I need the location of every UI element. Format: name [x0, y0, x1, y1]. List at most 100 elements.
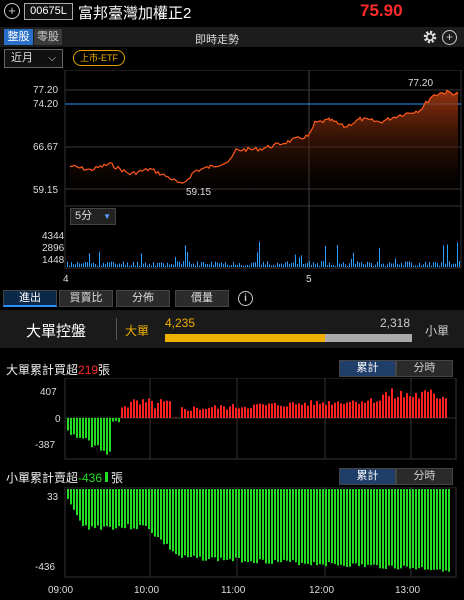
big-order-bar — [373, 402, 375, 418]
small-order-bar — [349, 489, 351, 567]
small-order-bar — [409, 489, 411, 569]
big-order-bar — [91, 418, 93, 448]
small-order-bar — [391, 489, 393, 566]
analysis-tabs: 進出 買賣比 分佈 價量 — [0, 290, 464, 308]
small-order-bar — [247, 489, 249, 563]
volume-bar — [387, 264, 388, 267]
tab-buy-sell-ratio[interactable]: 買賣比 — [59, 290, 113, 307]
big-order-bar — [151, 400, 153, 418]
big-order-bar — [88, 418, 90, 441]
small-order-bar — [418, 489, 420, 569]
small-order-bar — [97, 489, 99, 526]
tab-whole-lot[interactable]: 整股 — [4, 29, 33, 45]
small-order-bar — [370, 489, 372, 566]
volume-bar — [435, 261, 436, 267]
stock-code-input[interactable]: 00675L — [24, 3, 73, 20]
cumulative-button[interactable]: 累計 — [339, 468, 396, 485]
volume-bar — [289, 264, 290, 267]
small-order-bar — [421, 489, 423, 567]
small-order-bar — [115, 489, 117, 529]
volume-axis-label: 1448 — [42, 255, 65, 266]
big-order-bar — [418, 398, 420, 418]
big-order-bar — [343, 404, 345, 418]
volume-bar — [421, 265, 422, 267]
small-order-bar — [358, 489, 360, 567]
plus-circle-icon[interactable]: + — [4, 3, 20, 19]
small-order-bar — [376, 489, 378, 566]
big-order-bar — [85, 418, 87, 439]
volume-bar — [79, 263, 80, 267]
big-order-bar — [349, 401, 351, 418]
price-chart[interactable]: 77.20 74.20 66.67 59.15 77.20 59.15 4344… — [0, 70, 464, 288]
big-order-bar — [409, 396, 411, 418]
volume-bar — [313, 262, 314, 267]
big-order-bar — [241, 407, 243, 418]
volume-bar — [449, 261, 450, 267]
small-order-bar — [220, 489, 222, 558]
tab-odd-lot[interactable]: 零股 — [34, 29, 62, 45]
volume-bar — [323, 261, 324, 267]
volume-bar — [187, 252, 188, 267]
volume-bar — [351, 258, 352, 267]
small-order-bar — [70, 489, 72, 505]
volume-bar — [301, 255, 302, 267]
small-order-bar — [124, 489, 126, 529]
big-order-bar — [94, 418, 96, 446]
volume-bar — [147, 265, 148, 267]
volume-bar — [87, 262, 88, 267]
volume-bar — [251, 263, 252, 267]
gear-icon[interactable] — [422, 29, 438, 45]
big-order-bar — [148, 398, 150, 418]
volume-bar — [77, 261, 78, 267]
intraday-button[interactable]: 分時 — [396, 468, 453, 485]
panel-title-unit: 張 — [111, 471, 124, 485]
small-order-bar — [304, 489, 306, 564]
small-order-bar — [163, 489, 165, 545]
big-order-bar — [247, 408, 249, 418]
big-order-bar — [436, 398, 438, 418]
panel1-axis-label: 0 — [55, 414, 61, 425]
big-order-bar — [160, 399, 162, 418]
chevron-down-icon: ⌵ — [48, 53, 56, 64]
volume-bar — [445, 263, 446, 267]
big-order-bar — [367, 400, 369, 418]
volume-bar — [413, 265, 414, 267]
interval-select[interactable]: 5分 ▼ — [70, 208, 116, 225]
big-order-bar — [208, 408, 210, 418]
period-select-value: 近月 — [11, 52, 33, 64]
volume-bar — [233, 262, 234, 267]
tab-price-volume[interactable]: 價量 — [175, 290, 229, 307]
intraday-button[interactable]: 分時 — [396, 360, 453, 377]
volume-bars — [67, 241, 460, 267]
volume-bar — [201, 262, 202, 267]
big-order-bar — [70, 418, 72, 435]
panel-title-text: 小單累計賣超 — [6, 471, 79, 485]
volume-bar — [315, 264, 316, 267]
small-order-bar — [82, 489, 84, 526]
cumulative-button[interactable]: 累計 — [339, 360, 396, 377]
big-order-bar — [259, 403, 261, 418]
period-select[interactable]: 近月 ⌵ — [4, 49, 63, 68]
info-icon[interactable]: i — [238, 291, 253, 306]
volume-bar — [173, 264, 174, 267]
big-order-bar — [223, 406, 225, 418]
volume-bar — [113, 261, 114, 267]
big-order-bar — [433, 393, 435, 418]
tab-in-out[interactable]: 進出 — [3, 290, 57, 307]
small-order-bar — [448, 489, 450, 572]
add-chart-icon[interactable]: + — [442, 30, 457, 45]
big-order-bar — [262, 404, 264, 418]
big-order-bar — [424, 390, 426, 418]
volume-bar — [215, 261, 216, 267]
small-order-bar — [292, 489, 294, 561]
tab-distribution[interactable]: 分佈 — [116, 290, 170, 307]
small-order-bar — [355, 489, 357, 564]
volume-bar — [91, 263, 92, 267]
small-order-bar — [337, 489, 339, 566]
volume-bar — [101, 265, 102, 267]
small-order-bar — [76, 489, 78, 516]
volume-bar — [261, 264, 262, 267]
big-order-bar — [226, 409, 228, 418]
small-order-bar — [364, 489, 366, 567]
small-order-panel-title: 小單累計賣超-436 張 — [6, 469, 123, 486]
